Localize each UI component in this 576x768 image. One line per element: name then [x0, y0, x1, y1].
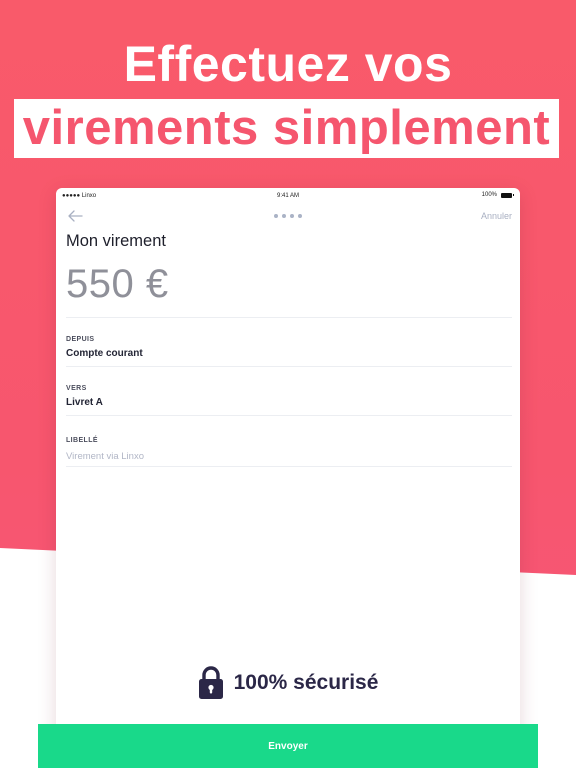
label-label: LIBELLÉ — [66, 437, 98, 444]
security-banner: 100% sécurisé — [0, 666, 576, 700]
amount-field[interactable]: 550 € — [66, 262, 169, 307]
secure-text: 100% sécurisé — [233, 671, 379, 694]
step-dot — [282, 214, 286, 218]
from-label: DEPUIS — [66, 336, 95, 343]
lock-icon — [198, 666, 223, 699]
step-dot — [290, 214, 294, 218]
device-screen: ●●●●● Linxo 9:41 AM 100% Annuler Mon vir… — [56, 188, 520, 748]
headline-line-1: Effectuez vos — [123, 36, 453, 92]
nav-bar: Annuler — [56, 206, 520, 228]
step-dot — [274, 214, 278, 218]
back-arrow-icon[interactable] — [66, 208, 84, 224]
to-account-select[interactable]: Livret A — [66, 397, 103, 408]
status-bar: ●●●●● Linxo 9:41 AM 100% — [56, 188, 520, 204]
headline-line-2-box: virements simplement — [14, 99, 559, 158]
headline-line-2: virements simplement — [22, 101, 551, 155]
divider — [66, 466, 512, 467]
step-dot — [298, 214, 302, 218]
status-time: 9:41 AM — [276, 193, 299, 199]
battery-percent: 100% — [481, 192, 497, 198]
send-button[interactable]: Envoyer — [38, 724, 538, 768]
from-account-select[interactable]: Compte courant — [66, 348, 143, 359]
step-indicator — [274, 214, 302, 218]
divider — [66, 317, 512, 318]
page-title: Mon virement — [66, 232, 166, 250]
battery-status: 100% — [481, 192, 514, 198]
divider — [66, 415, 512, 416]
divider — [66, 366, 512, 367]
battery-icon — [501, 192, 514, 198]
label-input[interactable]: Virement via Linxo — [66, 451, 144, 462]
to-label: VERS — [66, 385, 87, 392]
cancel-button[interactable]: Annuler — [481, 211, 512, 221]
